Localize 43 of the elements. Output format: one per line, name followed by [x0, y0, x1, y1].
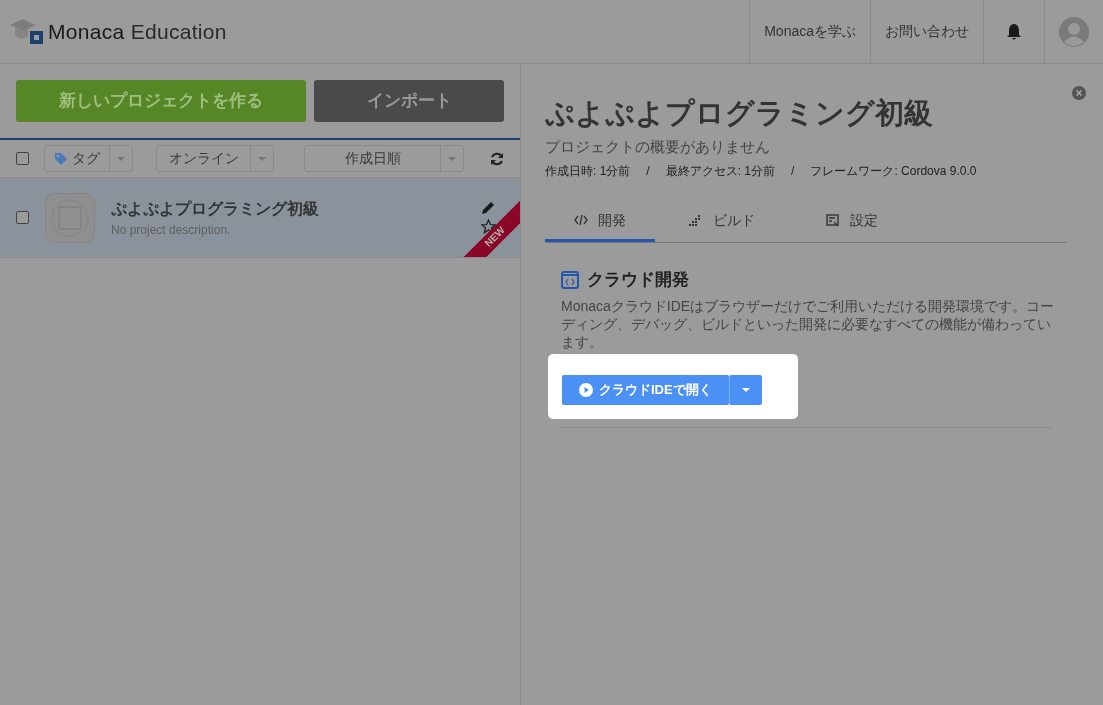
tab[interactable]: ビルド	[667, 204, 777, 242]
project-summary: プロジェクトの概要がありません	[545, 136, 771, 157]
avatar-icon	[1059, 16, 1089, 47]
caret-icon	[447, 155, 457, 162]
close-icon	[1072, 85, 1086, 100]
project-checkbox[interactable]	[16, 211, 29, 224]
refresh-button[interactable]	[490, 151, 504, 166]
select-all-checkbox[interactable]	[16, 152, 29, 165]
logo-icon	[8, 16, 44, 47]
meta-text: 作成日時: 1分前	[545, 163, 631, 180]
caret-icon	[740, 387, 751, 394]
code-icon	[574, 214, 588, 227]
document-icon	[826, 214, 840, 227]
project-title: ぷよぷよプログラミング初級	[545, 96, 933, 131]
import-button[interactable]: インポート	[314, 80, 504, 122]
sort-dropdown[interactable]: 作成日順	[304, 145, 464, 172]
nav-link[interactable]: お問い合わせ	[870, 0, 983, 64]
meta-text: フレームワーク: Cordova 9.0.0	[810, 163, 977, 180]
tab[interactable]: 設定	[797, 204, 907, 242]
section-title: クラウド開発	[587, 269, 689, 291]
app-logo-text: Monaca Education	[48, 18, 227, 45]
project-description: No project description.	[111, 221, 232, 239]
grid-icon	[689, 214, 703, 227]
play-icon	[579, 383, 593, 398]
pencil-icon	[481, 201, 495, 215]
caret-icon	[116, 155, 126, 162]
tag-filter-dropdown[interactable]: タグ	[44, 145, 133, 172]
separator: /	[791, 163, 795, 180]
code-window-icon	[561, 270, 579, 289]
tab[interactable]: 開発	[545, 204, 655, 242]
tag-icon	[54, 151, 68, 166]
refresh-icon	[490, 151, 504, 166]
bell-icon	[1006, 22, 1022, 41]
project-name: ぷよぷよプログラミング初級	[111, 198, 319, 219]
section-description: MonacaクラウドIDEはブラウザーだけでご利用いただける開発環境です。コーディング、デバッグ、ビルドといった開発に必要なすべての機能が備わっています。	[561, 296, 1056, 352]
nav-link[interactable]: Monacaを学ぶ	[749, 0, 870, 64]
open-cloud-ide-button[interactable]: クラウドIDEで開く	[562, 375, 729, 406]
separator: /	[646, 163, 650, 180]
caret-icon	[257, 155, 267, 162]
project-thumbnail-icon	[45, 192, 95, 243]
dropdown-toggle-button[interactable]	[728, 375, 762, 406]
meta-text: 最終アクセス: 1分前	[665, 163, 776, 180]
status-filter-dropdown[interactable]: オンライン	[156, 145, 274, 172]
